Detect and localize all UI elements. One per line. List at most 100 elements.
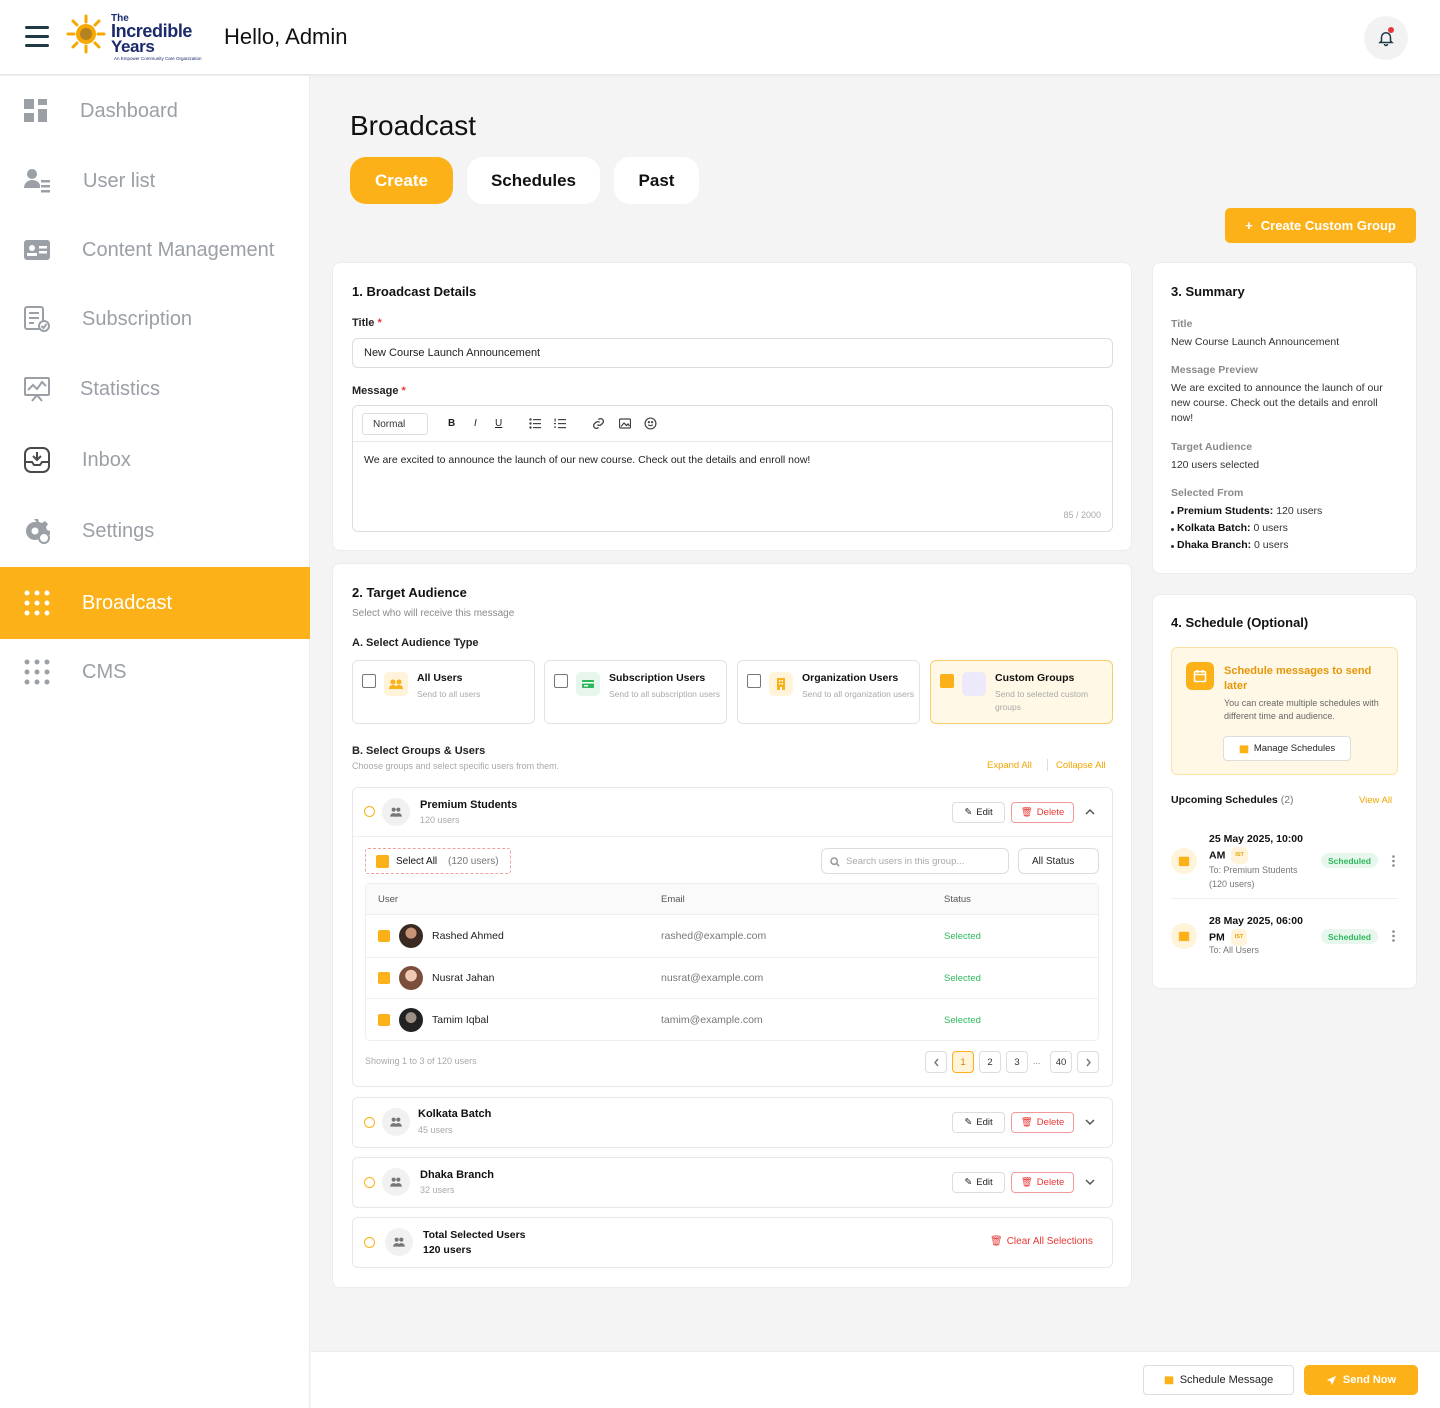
bullet-list-icon[interactable] <box>529 418 541 429</box>
sidebar-item-user-list[interactable]: User list <box>0 146 310 216</box>
numbered-list-icon[interactable] <box>554 418 566 429</box>
checkbox[interactable] <box>554 674 568 688</box>
inbox-icon <box>24 447 50 473</box>
upcoming-label: Upcoming Schedules (2) <box>1171 794 1294 806</box>
promo-title: Schedule messages to send later <box>1224 665 1372 692</box>
audience-all-users[interactable]: All Users Send to all users <box>352 660 535 724</box>
editor-toolbar <box>353 406 1112 442</box>
group-radio[interactable] <box>364 1117 375 1128</box>
select-all-toggle[interactable]: Select All (120 users) <box>365 848 511 874</box>
schedule-date: 25 May 2025, 10:00 AM IST <box>1209 832 1317 864</box>
pencil-icon: ✎ <box>964 807 973 818</box>
chevron-up-icon[interactable] <box>1085 807 1095 817</box>
status-filter-select[interactable]: All Status <box>1018 848 1099 874</box>
summary-title-value: New Course Launch Announcement <box>1171 336 1340 348</box>
group-radio[interactable] <box>364 1177 375 1188</box>
logo-tagline: An Empower Community Care Organization <box>114 56 202 61</box>
sidebar-item-dashboard[interactable]: Dashboard <box>0 76 310 146</box>
create-custom-group-button[interactable]: + Create Custom Group <box>1225 208 1416 243</box>
image-icon[interactable] <box>619 418 631 429</box>
checkbox[interactable] <box>747 674 761 688</box>
group-search-input[interactable]: Search users in this group... <box>821 848 1009 874</box>
audience-desc: Send to all subscription users <box>609 689 721 699</box>
avatar <box>399 966 423 990</box>
sidebar-item-cms[interactable]: CMS <box>0 637 310 707</box>
notification-button[interactable] <box>1364 16 1408 60</box>
summary-target-label: Target Audience <box>1171 441 1253 453</box>
sidebar-item-inbox[interactable]: Inbox <box>0 425 310 495</box>
avatar <box>399 924 423 948</box>
section-heading: 2. Target Audience <box>352 585 467 600</box>
summary-from-item: Premium Students: 120 users <box>1170 505 1323 517</box>
pagination-next[interactable] <box>1077 1051 1099 1073</box>
summary-from-label: Selected From <box>1171 487 1244 499</box>
emoji-icon[interactable] <box>644 417 657 430</box>
content-card-icon <box>24 240 50 260</box>
audience-title: All Users <box>417 672 463 684</box>
group-icon <box>962 672 986 696</box>
row-checkbox[interactable] <box>378 972 390 984</box>
underline-icon[interactable]: U <box>495 418 502 429</box>
group-count: 32 users <box>420 1185 455 1195</box>
user-name: Rashed Ahmed <box>432 930 504 942</box>
expand-all-link[interactable]: Expand All <box>987 760 1032 771</box>
collapse-all-link[interactable]: Collapse All <box>1056 760 1106 771</box>
pagination-page[interactable]: 3 <box>1006 1051 1028 1073</box>
pagination-page[interactable]: 1 <box>952 1051 974 1073</box>
sidebar-item-statistics[interactable]: Statistics <box>0 354 310 424</box>
format-select[interactable]: Normal <box>362 413 428 435</box>
sidebar-item-subscription[interactable]: Subscription <box>0 284 310 354</box>
tab-schedules[interactable]: Schedules <box>467 157 600 204</box>
section-subtitle: Select who will receive this message <box>352 608 515 619</box>
title-input[interactable]: New Course Launch Announcement <box>352 338 1113 368</box>
group-radio[interactable] <box>364 806 375 817</box>
bold-icon[interactable]: B <box>448 418 455 429</box>
audience-custom-groups[interactable]: Custom Groups Send to selected custom gr… <box>930 660 1113 724</box>
more-vertical-icon[interactable] <box>1392 930 1395 942</box>
edit-group-button[interactable]: ✎ Edit <box>952 1112 1005 1133</box>
group-count: 120 users <box>420 815 460 825</box>
delete-group-button[interactable]: 🗑 Delete <box>1011 1172 1074 1193</box>
tab-past[interactable]: Past <box>614 157 699 204</box>
pagination-page[interactable]: 40 <box>1050 1051 1072 1073</box>
sidebar-item-broadcast[interactable]: Broadcast <box>0 567 310 639</box>
user-email: rashed@example.com <box>661 930 767 942</box>
chevron-down-icon[interactable] <box>1085 1117 1095 1127</box>
clear-all-selections-link[interactable]: 🗑 Clear All Selections <box>990 1236 1093 1247</box>
tab-create[interactable]: Create <box>350 157 453 204</box>
pagination-prev[interactable] <box>925 1051 947 1073</box>
delete-group-button[interactable]: 🗑 Delete <box>1011 1112 1074 1133</box>
view-all-link[interactable]: View All <box>1359 795 1392 806</box>
pagination-page[interactable]: 2 <box>979 1051 1001 1073</box>
audience-subscription-users[interactable]: Subscription Users Send to all subscript… <box>544 660 727 724</box>
status-badge: Selected <box>944 973 981 984</box>
manage-schedules-button[interactable]: Manage Schedules <box>1223 736 1351 761</box>
trash-icon: 🗑 <box>1020 807 1033 818</box>
edit-group-button[interactable]: ✎ Edit <box>952 802 1005 823</box>
row-checkbox[interactable] <box>378 930 390 942</box>
italic-icon[interactable]: I <box>474 418 477 429</box>
checkbox-checked[interactable] <box>940 674 954 688</box>
plus-icon: + <box>1245 218 1253 233</box>
row-checkbox[interactable] <box>378 1014 390 1026</box>
promo-description: You can create multiple schedules with d… <box>1224 698 1379 721</box>
schedule-recipients: To: Premium Students (120 users) <box>1209 865 1298 889</box>
audience-organization-users[interactable]: Organization Users Send to all organizat… <box>737 660 920 724</box>
checkbox[interactable] <box>362 674 376 688</box>
delete-group-button[interactable]: 🗑 Delete <box>1011 802 1074 823</box>
divider <box>366 957 1098 958</box>
column-header-email: Email <box>661 894 685 905</box>
message-text[interactable]: We are excited to announce the launch of… <box>364 454 810 466</box>
more-vertical-icon[interactable] <box>1392 855 1395 867</box>
hamburger-menu-icon[interactable] <box>25 26 49 48</box>
divider <box>1171 898 1398 899</box>
sidebar-item-settings[interactable]: Settings <box>0 496 310 566</box>
select-all-label: Select All <box>396 856 438 867</box>
link-icon[interactable] <box>592 417 605 430</box>
schedule-message-button[interactable]: Schedule Message <box>1143 1365 1294 1395</box>
send-now-button[interactable]: Send Now <box>1304 1365 1418 1395</box>
edit-group-button[interactable]: ✎ Edit <box>952 1172 1005 1193</box>
chevron-down-icon[interactable] <box>1085 1177 1095 1187</box>
sidebar-item-content-management[interactable]: Content Management <box>0 215 310 285</box>
checkbox-checked[interactable] <box>376 855 389 868</box>
